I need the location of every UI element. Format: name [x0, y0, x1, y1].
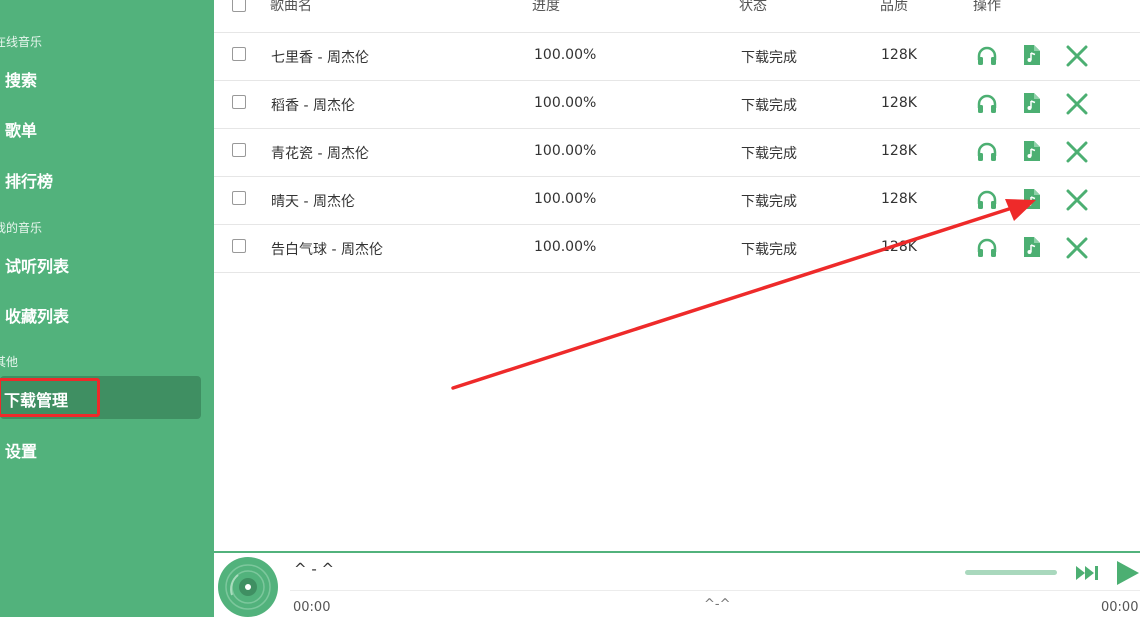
close-icon[interactable] — [1066, 237, 1088, 259]
sidebar-item-favorites[interactable]: 收藏列表 — [5, 303, 69, 327]
current-time: 00:00 — [293, 600, 331, 615]
close-icon[interactable] — [1066, 189, 1088, 211]
header-quality: 品质 — [880, 0, 908, 14]
row-checkbox[interactable] — [232, 47, 246, 61]
row-divider — [214, 224, 1140, 225]
song-name: 晴天 - 周杰伦 — [271, 194, 355, 210]
player-song-title: ^ - ^ — [294, 560, 335, 578]
play-icon[interactable] — [1115, 560, 1140, 586]
status: 下载完成 — [741, 98, 797, 114]
song-name: 告白气球 - 周杰伦 — [271, 242, 383, 258]
quality: 128K — [881, 191, 917, 207]
sidebar-item-settings[interactable]: 设置 — [5, 438, 37, 462]
progress: 100.00% — [534, 239, 597, 255]
progress: 100.00% — [534, 47, 597, 63]
progress: 100.00% — [534, 143, 597, 159]
progress: 100.00% — [534, 191, 597, 207]
music-file-icon[interactable] — [1023, 44, 1041, 66]
music-file-icon[interactable] — [1023, 236, 1041, 258]
annotation-red-box — [0, 378, 100, 417]
header-actions: 操作 — [973, 0, 1001, 14]
row-divider — [214, 176, 1140, 177]
row-divider — [214, 32, 1140, 33]
row-checkbox[interactable] — [232, 191, 246, 205]
section-online-music: 在线音乐 — [0, 35, 43, 49]
status: 下载完成 — [741, 146, 797, 162]
section-other: 其他 — [0, 355, 19, 369]
headphones-icon[interactable] — [976, 46, 998, 66]
quality: 128K — [881, 143, 917, 159]
headphones-icon[interactable] — [976, 142, 998, 162]
sidebar: 在线音乐 搜索 歌单 排行榜 我的音乐 试听列表 收藏列表 其他 下载管理 设置 — [0, 0, 214, 617]
header-status: 状态 — [739, 0, 767, 14]
header-progress: 进度 — [532, 0, 560, 14]
headphones-icon[interactable] — [976, 190, 998, 210]
vinyl-disc-icon — [218, 557, 278, 617]
music-file-icon[interactable] — [1023, 92, 1041, 114]
progress: 100.00% — [534, 95, 597, 111]
close-icon[interactable] — [1066, 45, 1088, 67]
quality: 128K — [881, 95, 917, 111]
row-divider — [214, 80, 1140, 81]
song-name: 青花瓷 - 周杰伦 — [271, 146, 369, 162]
headphones-icon[interactable] — [976, 94, 998, 114]
status: 下载完成 — [741, 242, 797, 258]
header-song: 歌曲名 — [270, 0, 312, 14]
row-divider — [214, 128, 1140, 129]
music-file-icon[interactable] — [1023, 140, 1041, 162]
song-name: 稻香 - 周杰伦 — [271, 98, 355, 114]
next-track-icon[interactable] — [1075, 564, 1101, 582]
row-checkbox[interactable] — [232, 143, 246, 157]
player-artist: ^-^ — [704, 597, 731, 612]
player-divider — [290, 590, 1140, 591]
download-table — [214, 0, 1140, 553]
quality: 128K — [881, 47, 917, 63]
close-icon[interactable] — [1066, 141, 1088, 163]
sidebar-item-charts[interactable]: 排行榜 — [5, 168, 53, 192]
close-icon[interactable] — [1066, 93, 1088, 115]
player-bar — [214, 553, 1140, 617]
song-name: 七里香 - 周杰伦 — [271, 50, 369, 66]
select-all-checkbox[interactable] — [232, 0, 246, 12]
music-file-icon[interactable] — [1023, 188, 1041, 210]
status: 下载完成 — [741, 194, 797, 210]
section-my-music: 我的音乐 — [0, 221, 43, 235]
volume-slider[interactable] — [965, 570, 1057, 575]
total-time: 00:00 — [1101, 600, 1139, 615]
row-checkbox[interactable] — [232, 239, 246, 253]
row-checkbox[interactable] — [232, 95, 246, 109]
sidebar-item-search[interactable]: 搜索 — [5, 67, 37, 91]
sidebar-item-trial-list[interactable]: 试听列表 — [5, 253, 69, 277]
row-divider — [214, 272, 1140, 273]
status: 下载完成 — [741, 50, 797, 66]
sidebar-item-playlists[interactable]: 歌单 — [5, 117, 37, 141]
headphones-icon[interactable] — [976, 238, 998, 258]
quality: 128K — [881, 239, 917, 255]
